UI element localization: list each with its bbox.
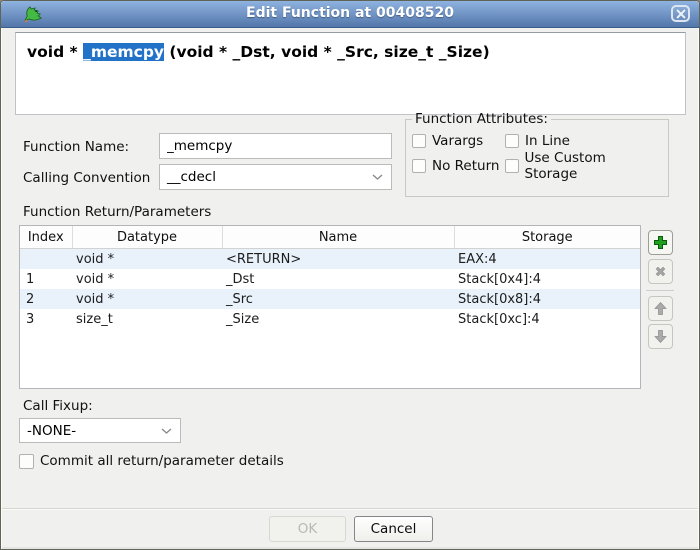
delete-x-icon [653, 264, 668, 279]
cell-datatype[interactable]: void * [72, 269, 222, 289]
in-line-checkbox-box [505, 134, 519, 148]
checkbox-varargs[interactable]: Varargs [412, 133, 505, 149]
edit-function-dialog: Edit Function at 00408520 void * _memcpy… [0, 0, 700, 550]
arrow-up-icon [653, 301, 668, 316]
table-row-dst[interactable]: 1 void * _Dst Stack[0x4]:4 [20, 269, 640, 289]
commit-checkbox-box [19, 454, 34, 469]
arrow-down-icon [653, 329, 668, 344]
cell-name[interactable]: _Src [222, 289, 454, 309]
no-return-label: No Return [432, 158, 499, 174]
checkbox-use-custom-storage[interactable]: Use Custom Storage [505, 150, 663, 182]
table-row-size[interactable]: 3 size_t _Size Stack[0xc]:4 [20, 309, 640, 329]
cell-name[interactable]: _Dst [222, 269, 454, 289]
parameters-table: Index Datatype Name Storage void * <RETU… [19, 225, 641, 389]
calling-convention-value: __cdecl [167, 169, 371, 185]
column-header-datatype: Datatype [72, 226, 222, 249]
chevron-down-icon [160, 427, 173, 435]
cell-storage[interactable]: EAX:4 [454, 249, 640, 270]
cell-storage[interactable]: Stack[0x4]:4 [454, 269, 640, 289]
cell-storage[interactable]: Stack[0x8]:4 [454, 289, 640, 309]
commit-checkbox-label: Commit all return/parameter details [40, 453, 284, 469]
cell-index[interactable]: 3 [20, 309, 72, 329]
move-down-button[interactable] [648, 324, 673, 349]
no-return-checkbox-box [412, 159, 426, 173]
column-header-index: Index [20, 226, 72, 249]
function-signature-text: void * _memcpy (void * _Dst, void * _Src… [16, 33, 685, 61]
ok-button[interactable]: OK [269, 516, 346, 542]
move-up-button[interactable] [648, 296, 673, 321]
add-parameter-button[interactable] [648, 230, 673, 255]
table-row-return[interactable]: void * <RETURN> EAX:4 [20, 249, 640, 270]
function-name-label: Function Name: [23, 139, 129, 155]
signature-prefix: void * [27, 43, 83, 61]
calling-convention-select[interactable]: __cdecl [159, 164, 392, 190]
add-plus-icon [653, 235, 668, 250]
function-attributes-title: Function Attributes: [412, 111, 551, 127]
varargs-label: Varargs [432, 133, 483, 149]
function-attributes-group: Function Attributes: Varargs In Line No … [405, 111, 669, 197]
in-line-label: In Line [525, 133, 570, 149]
column-header-storage: Storage [454, 226, 640, 249]
side-buttons-separator [646, 290, 674, 291]
varargs-checkbox-box [412, 134, 426, 148]
call-fixup-select[interactable]: -NONE- [19, 418, 181, 443]
function-signature-panel[interactable]: void * _memcpy (void * _Dst, void * _Src… [15, 32, 686, 115]
cell-index[interactable]: 2 [20, 289, 72, 309]
use-custom-storage-label: Use Custom Storage [525, 150, 663, 182]
call-fixup-value: -NONE- [27, 423, 160, 439]
cell-datatype[interactable]: void * [72, 289, 222, 309]
cell-datatype[interactable]: size_t [72, 309, 222, 329]
function-name-input[interactable] [159, 133, 392, 159]
title-bar: Edit Function at 00408520 [1, 1, 699, 28]
cell-name[interactable]: _Size [222, 309, 454, 329]
cell-index[interactable] [20, 249, 72, 270]
cell-storage[interactable]: Stack[0xc]:4 [454, 309, 640, 329]
column-header-name: Name [222, 226, 454, 249]
button-area-separator [2, 508, 698, 510]
close-icon [676, 9, 686, 19]
cell-name[interactable]: <RETURN> [222, 249, 454, 270]
delete-parameter-button[interactable] [648, 259, 673, 284]
use-custom-storage-checkbox-box [505, 159, 519, 173]
calling-convention-label: Calling Convention [23, 170, 150, 186]
checkbox-in-line[interactable]: In Line [505, 133, 570, 149]
commit-details-checkbox[interactable]: Commit all return/parameter details [19, 453, 284, 469]
call-fixup-label: Call Fixup: [23, 398, 93, 414]
close-button[interactable] [671, 5, 690, 22]
chevron-down-icon [371, 173, 384, 181]
cell-datatype[interactable]: void * [72, 249, 222, 270]
signature-selected-name: _memcpy [83, 43, 164, 61]
checkbox-no-return[interactable]: No Return [412, 158, 505, 174]
signature-suffix: (void * _Dst, void * _Src, size_t _Size) [164, 43, 490, 61]
parameters-section-title: Function Return/Parameters [23, 204, 211, 220]
cancel-button[interactable]: Cancel [354, 516, 433, 542]
window-title: Edit Function at 00408520 [1, 5, 699, 21]
table-header-row: Index Datatype Name Storage [20, 226, 640, 249]
table-row-src[interactable]: 2 void * _Src Stack[0x8]:4 [20, 289, 640, 309]
cell-index[interactable]: 1 [20, 269, 72, 289]
